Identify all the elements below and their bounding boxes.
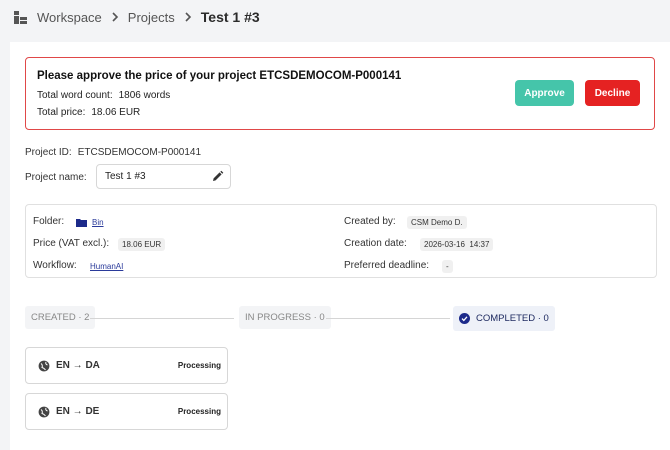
- project-details-card: Folder: Bin Price (VAT excl.): 18.06 EUR…: [25, 204, 657, 278]
- project-name-value: Test 1 #3: [105, 171, 146, 182]
- created-by-value: CSM Demo D.: [407, 216, 467, 229]
- project-name-field[interactable]: Test 1 #3: [96, 164, 231, 189]
- task-card[interactable]: EN → DE Processing: [25, 393, 228, 430]
- chevron-right-icon: [112, 12, 118, 22]
- creation-date-label: Creation date:: [344, 238, 407, 249]
- task-status: Processing: [177, 361, 221, 370]
- folder-label: Folder:: [33, 216, 65, 227]
- deadline-value: -: [442, 260, 453, 273]
- globe-icon: [38, 360, 50, 372]
- created-by-label: Created by:: [344, 216, 396, 227]
- creation-date-value: 2026-03-16 14:37: [420, 238, 494, 251]
- folder-link[interactable]: Bin: [92, 218, 104, 227]
- alert-title: Please approve the price of your project…: [37, 70, 402, 82]
- total-price-row: Total price: 18.06 EUR: [37, 107, 140, 118]
- project-id-value: ETCSDEMOCOM-P000141: [77, 147, 202, 158]
- task-language-pair: EN → DE: [56, 406, 100, 417]
- stage-in-progress[interactable]: IN PROGRESS · 0: [239, 306, 331, 329]
- project-panel: Please approve the price of your project…: [10, 42, 670, 450]
- breadcrumb: Workspace Projects Test 1 #3: [0, 0, 670, 34]
- decline-button[interactable]: Decline: [585, 80, 640, 106]
- project-name-label: Project name:: [25, 172, 87, 183]
- approve-button[interactable]: Approve: [515, 80, 574, 106]
- breadcrumb-projects[interactable]: Projects: [128, 10, 175, 25]
- deadline-label: Preferred deadline:: [344, 260, 430, 271]
- total-price-label: Total price:: [37, 107, 86, 118]
- chevron-right-icon: [185, 12, 191, 22]
- globe-icon: [38, 406, 50, 418]
- workspace-icon[interactable]: [14, 10, 27, 24]
- workflow-link[interactable]: HumanAI: [90, 262, 123, 271]
- word-count-value: 1806 words: [118, 90, 171, 101]
- project-id-row: Project ID: ETCSDEMOCOM-P000141: [25, 147, 201, 158]
- folder-icon: [76, 219, 87, 227]
- stage-completed-label: COMPLETED · 0: [476, 313, 549, 324]
- task-language-pair: EN → DA: [56, 360, 100, 371]
- word-count-label: Total word count:: [37, 90, 113, 101]
- project-id-label: Project ID:: [25, 147, 72, 158]
- breadcrumb-workspace[interactable]: Workspace: [37, 10, 102, 25]
- edit-pencil-icon[interactable]: [211, 170, 224, 183]
- workflow-label: Workflow:: [33, 260, 77, 271]
- price-value: 18.06 EUR: [118, 238, 166, 251]
- price-approval-alert: Please approve the price of your project…: [25, 57, 655, 130]
- total-price-value: 18.06 EUR: [91, 107, 141, 118]
- check-circle-icon: [459, 313, 470, 324]
- price-label: Price (VAT excl.):: [33, 238, 110, 249]
- word-count-row: Total word count: 1806 words: [37, 90, 170, 101]
- stage-connector: [90, 318, 234, 319]
- task-status: Processing: [177, 407, 221, 416]
- stage-connector: [326, 318, 450, 319]
- stage-completed[interactable]: COMPLETED · 0: [453, 306, 555, 331]
- stage-created[interactable]: CREATED · 2: [25, 306, 96, 329]
- breadcrumb-current: Test 1 #3: [200, 9, 260, 25]
- task-card[interactable]: EN → DA Processing: [25, 347, 228, 384]
